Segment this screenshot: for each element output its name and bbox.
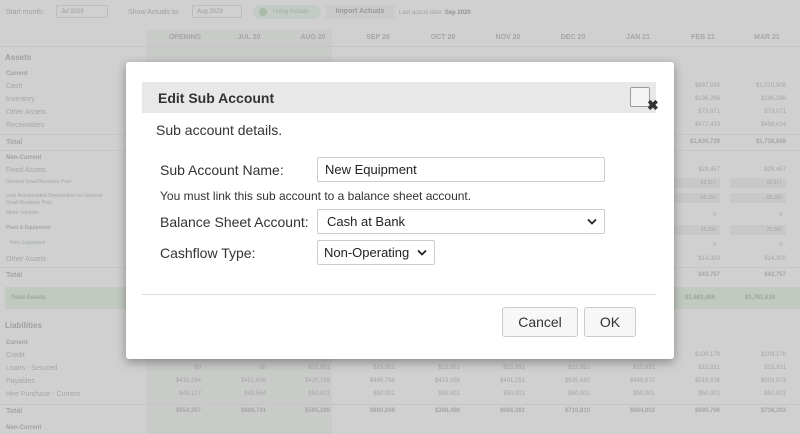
details-heading: Sub account details. bbox=[156, 122, 283, 138]
link-instruction: You must link this sub account to a bala… bbox=[160, 189, 472, 203]
cashflow-type-label: Cashflow Type: bbox=[160, 245, 256, 261]
cashflow-type-value: Non-Operating bbox=[324, 245, 410, 260]
cancel-button[interactable]: Cancel bbox=[502, 307, 578, 337]
chevron-down-icon bbox=[414, 241, 430, 264]
sub-account-name-input[interactable]: New Equipment bbox=[317, 157, 605, 182]
close-icon: ✖ bbox=[647, 97, 659, 113]
ok-button[interactable]: OK bbox=[584, 307, 636, 337]
dialog-divider bbox=[142, 294, 656, 295]
sub-account-name-label: Sub Account Name: bbox=[160, 162, 284, 178]
chevron-down-icon bbox=[584, 210, 600, 233]
dialog-title: Edit Sub Account bbox=[158, 90, 275, 106]
cashflow-type-select[interactable]: Non-Operating bbox=[317, 240, 435, 265]
edit-sub-account-dialog: Edit Sub Account ✖ Sub account details. … bbox=[126, 62, 674, 359]
balance-sheet-account-label: Balance Sheet Account: bbox=[160, 214, 309, 230]
dialog-header: Edit Sub Account ✖ bbox=[142, 82, 659, 113]
balance-sheet-account-value: Cash at Bank bbox=[327, 214, 406, 229]
close-button[interactable]: ✖ bbox=[630, 87, 659, 113]
balance-sheet-account-select[interactable]: Cash at Bank bbox=[317, 209, 605, 234]
